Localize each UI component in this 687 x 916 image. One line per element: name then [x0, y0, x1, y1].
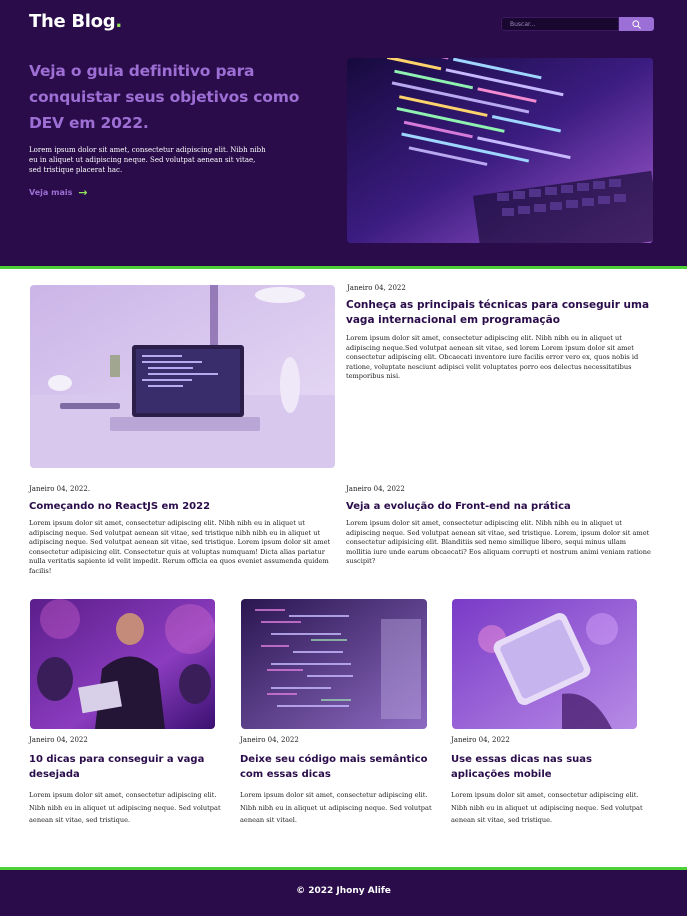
featured-post-date: Janeiro 04, 2022 — [347, 284, 406, 292]
hero-image-code-screen — [347, 58, 653, 243]
post-date: Janeiro 04, 2022 — [451, 736, 510, 744]
see-more-link[interactable]: Veja mais → — [29, 185, 88, 199]
copyright-text: © 2022 Jhony Alife — [296, 886, 391, 896]
post-text: Lorem ipsum dolor sit amet, consectetur … — [346, 519, 651, 565]
post-title[interactable]: Veja a evolução do Front-end na prática — [346, 499, 656, 514]
post-text: Lorem ipsum dolor sit amet, consectetur … — [29, 519, 331, 575]
section-divider — [0, 266, 687, 269]
logo-dot: . — [115, 11, 122, 32]
search-button[interactable] — [619, 17, 654, 31]
search-bar — [501, 17, 654, 31]
see-more-label: Veja mais — [29, 188, 73, 197]
post-title[interactable]: Use essas dicas nas suas aplicações mobi… — [451, 752, 651, 782]
search-input[interactable] — [501, 17, 619, 31]
featured-post-image-laptop[interactable] — [30, 285, 335, 468]
arrow-right-icon: → — [78, 185, 88, 199]
featured-post-text: Lorem ipsum dolor sit amet, consectetur … — [346, 334, 639, 380]
post-date: Janeiro 04, 2022 — [29, 736, 88, 744]
logo-text: The Blog — [29, 11, 116, 32]
post-date: Janeiro 04, 2022 — [346, 485, 405, 493]
post-image-phone[interactable] — [452, 599, 637, 729]
post-date: Janeiro 04, 2022 — [240, 736, 299, 744]
post-text: Lorem ipsum dolor sit amet, consectetur … — [240, 791, 432, 824]
post-date: Janeiro 04, 2022. — [29, 485, 91, 493]
logo[interactable]: The Blog. — [29, 11, 122, 32]
post-title[interactable]: Deixe seu código mais semântico com essa… — [240, 752, 440, 782]
post-title[interactable]: Começando no ReactJS em 2022 — [29, 499, 339, 514]
hero-text: Lorem ipsum dolor sit amet, consectetur … — [29, 146, 266, 174]
post-image-developers[interactable] — [30, 599, 215, 729]
post-text: Lorem ipsum dolor sit amet, consectetur … — [29, 791, 221, 824]
post-text: Lorem ipsum dolor sit amet, consectetur … — [451, 791, 643, 824]
post-title[interactable]: 10 dicas para conseguir a vaga desejada — [29, 752, 229, 782]
hero-title: Veja o guia definitivo para conquistar s… — [29, 62, 300, 132]
post-image-code[interactable] — [241, 599, 427, 729]
search-icon — [632, 19, 641, 29]
featured-post-title[interactable]: Conheça as principais técnicas para cons… — [346, 298, 656, 328]
